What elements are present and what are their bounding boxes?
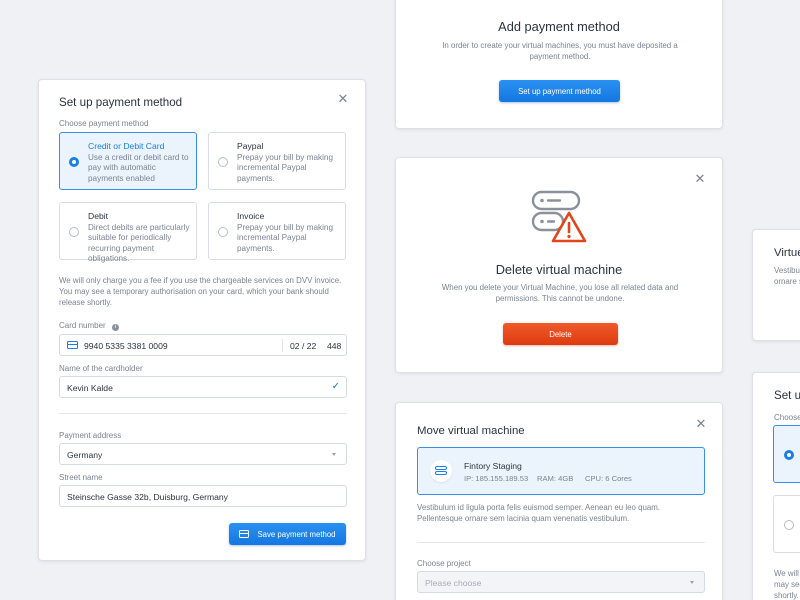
partial-line: Vestibul [774,266,800,275]
payment-address-label: Payment address [59,431,122,440]
partial-line: shortly. [774,591,799,600]
set-up-payment-label: Set up payment method [518,86,601,96]
country-value[interactable]: Germany [67,450,102,460]
radio-icon[interactable] [218,227,228,237]
radio-icon[interactable] [218,157,228,167]
vm-cpu: CPU: 6 Cores [585,474,632,483]
vm-card[interactable]: Fintory Staging IP: 185.155.189.53 RAM: … [417,447,705,495]
delete-vm-modal: ✕ Delete virtual machine When you delete… [395,157,723,373]
vm-ip: IP: 185.155.189.53 [464,474,529,483]
checkmark-icon: ✓ [331,381,340,392]
add-modal-title: Add payment method [498,19,620,34]
project-placeholder[interactable]: Please choose [425,578,481,588]
divider [59,413,347,414]
option-title: Credit or Debit Card [88,141,165,151]
project-select[interactable]: Please choose [417,571,705,593]
credit-card-icon [239,530,250,538]
server-warning-icon [531,190,587,243]
radio-selected-icon[interactable] [784,450,794,460]
option-desc: Direct debits are particularly suitable … [88,223,190,263]
option-credit-card[interactable]: Credit or Debit Card Use a credit or deb… [59,132,197,190]
partial-title: Set up [774,389,800,402]
vm-name: Fintory Staging [464,461,522,471]
delete-modal-desc: When you delete your Virtual Machine, yo… [441,283,679,303]
choose-method-label: Choose payment method [59,119,149,128]
radio-icon[interactable] [784,520,794,530]
option-debit[interactable]: Debit Direct debits are particularly sui… [59,202,197,263]
country-select[interactable]: Germany [59,443,347,465]
card-number-field[interactable]: 9940 5335 3381 0009 02 / 22 448 [59,334,347,356]
partial-choose-label: Choose [774,413,800,422]
add-payment-modal: Add payment method In order to create yo… [395,0,723,129]
card-expiry-value[interactable]: 02 / 22 [290,341,316,351]
radio-selected-icon[interactable] [69,157,79,167]
radio-icon[interactable] [69,227,79,237]
cardholder-field[interactable]: Kevin Kalde ✓ [59,376,347,398]
option-title: Paypal [237,141,264,151]
street-field[interactable]: Steinsche Gasse 32b, Duisburg, Germany [59,485,347,507]
option-paypal[interactable]: Paypal Prepay your bill by making increm… [208,132,346,190]
cardholder-label: Name of the cardholder [59,364,143,373]
add-modal-desc: In order to create your virtual machines… [442,41,678,61]
delete-label: Delete [549,329,572,339]
street-value[interactable]: Steinsche Gasse 32b, Duisburg, Germany [67,492,228,502]
credit-card-icon [67,341,78,349]
vm-ram: RAM: 4GB [537,474,574,483]
cardholder-value[interactable]: Kevin Kalde [67,383,113,393]
close-icon[interactable]: ✕ [695,417,707,430]
move-modal-title: Move virtual machine [417,425,525,437]
set-up-payment-button[interactable]: Set up payment method [499,80,620,102]
card-divider [282,339,283,352]
partial-line: ornare s [774,277,800,286]
divider [417,542,705,543]
close-icon[interactable]: ✕ [337,92,349,105]
partial-line: may see [774,580,800,589]
card-number-label: Card number i [59,321,119,331]
delete-modal-title: Delete virtual machine [495,262,623,277]
option-title: Debit [88,211,109,221]
info-icon: i [111,324,119,331]
move-modal-desc: Vestibulum id ligula porta felis euismod… [417,503,661,523]
partial-line: We will o [774,569,800,578]
chevron-down-icon [690,581,694,584]
close-icon[interactable]: ✕ [694,172,706,185]
partial-option[interactable] [773,495,800,553]
option-desc: Prepay your bill by making incremental P… [237,153,334,183]
partial-option-selected[interactable] [773,425,800,483]
option-desc: Use a credit or debit card to pay with a… [88,153,189,183]
card-cvc-value[interactable]: 448 [327,341,341,351]
option-invoice[interactable]: Invoice Prepay your bill by making incre… [208,202,346,260]
delete-button[interactable]: Delete [503,323,618,345]
server-icon [430,460,452,482]
move-vm-modal: Move virtual machine ✕ Fintory Staging I… [395,402,723,600]
option-title: Invoice [237,211,265,221]
save-payment-label: Save payment method [257,529,336,539]
card-number-label-text: Card number [59,321,106,330]
chevron-down-icon [332,453,336,456]
charge-notice: We will only charge you a fee if you use… [59,276,342,307]
partial-vm-card: Virtue Vestibul ornare s [752,229,800,341]
card-number-value[interactable]: 9940 5335 3381 0009 [84,341,168,351]
option-desc: Prepay your bill by making incremental P… [237,223,334,253]
choose-project-label: Choose project [417,559,471,568]
street-name-label: Street name [59,473,103,482]
setup-payment-modal: Set up payment method ✕ Choose payment m… [38,79,366,561]
partial-setup-card: Set up Choose We will o may see shortly. [752,372,800,600]
partial-title: Virtue [774,247,800,259]
setup-modal-title: Set up payment method [59,96,183,109]
save-payment-button[interactable]: Save payment method [229,523,346,545]
